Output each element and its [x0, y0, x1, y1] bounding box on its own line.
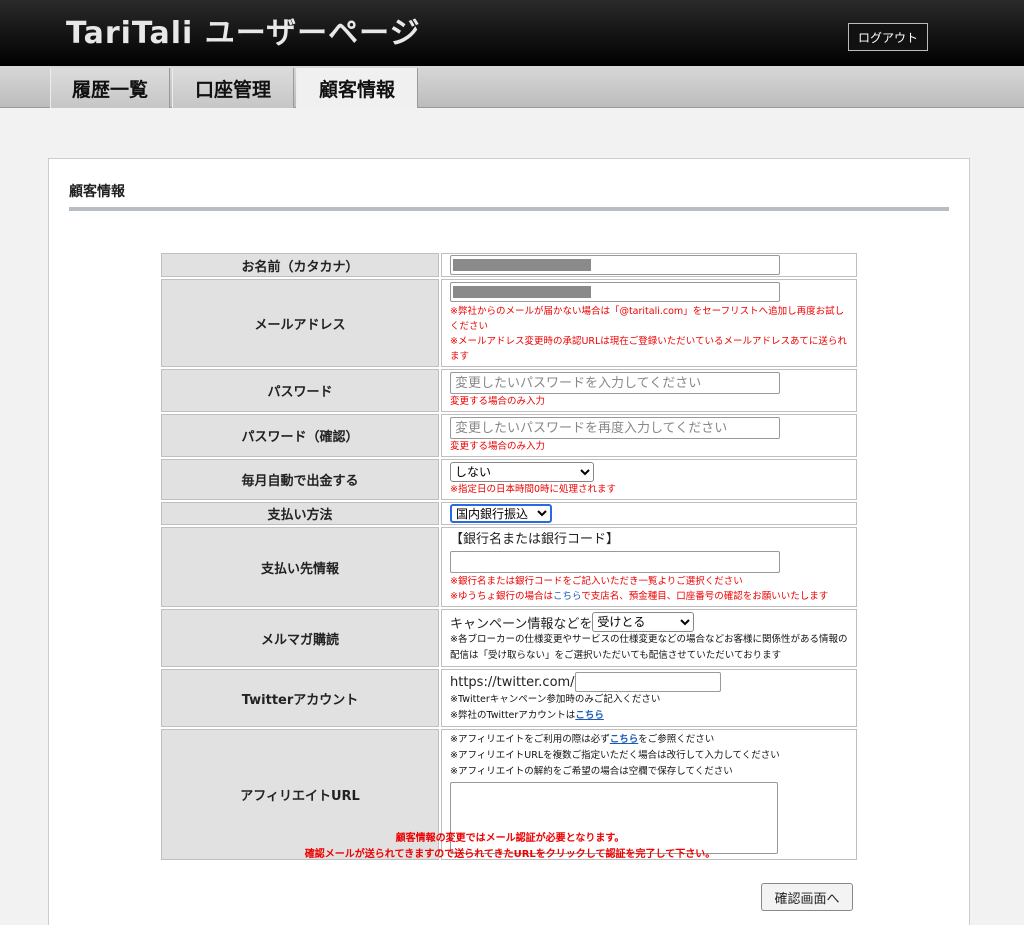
payment-info-label: 支払い先情報	[161, 527, 439, 607]
tab-history[interactable]: 履歴一覧	[50, 68, 170, 108]
newsletter-note: ※各ブローカーの仕様変更やサービスの仕様変更などの場合などお客様に関係性がある情…	[450, 634, 848, 661]
tab-customer-info[interactable]: 顧客情報	[296, 68, 418, 108]
redacted-block	[453, 259, 591, 271]
logout-button[interactable]: ログアウト	[848, 23, 928, 51]
auto-withdraw-note: ※指定日の日本時間0時に処理されます	[450, 484, 617, 495]
yucho-link[interactable]: こちら	[553, 591, 581, 602]
email-note-safelist: ※弊社からのメールが届かない場合は「@taritali.com」をセーフリストへ…	[450, 306, 845, 332]
app-title: TariTali ユーザーページ	[66, 16, 421, 51]
twitter-prefix: https://twitter.com/	[450, 674, 575, 690]
auto-withdraw-label: 毎月自動で出金する	[161, 459, 439, 500]
name-input[interactable]	[450, 255, 780, 275]
twitter-account-note: ※弊社のTwitterアカウントはこちら	[450, 708, 848, 724]
row-name: お名前（カタカナ）	[161, 253, 857, 277]
password-label: パスワード	[161, 369, 439, 412]
row-newsletter: メルマガ購読 キャンペーン情報などを 受けとる ※各ブローカーの仕様変更やサービ…	[161, 609, 857, 667]
email-auth-warning: 顧客情報の変更ではメール認証が必要となります。	[395, 833, 625, 844]
customer-info-panel: 顧客情報 お名前（カタカナ） メールアドレス ※弊社からのメールが届かない場合は…	[48, 158, 970, 925]
password-confirm-label: パスワード（確認）	[161, 414, 439, 457]
twitter-account-link[interactable]: こちら	[575, 710, 604, 721]
row-password: パスワード 変更する場合のみ入力	[161, 369, 857, 412]
section-title: 顧客情報	[69, 184, 125, 200]
twitter-label: Twitterアカウント	[161, 669, 439, 727]
section-divider	[69, 207, 949, 211]
bank-field-label: 【銀行名または銀行コード】	[450, 532, 620, 547]
redacted-block	[453, 286, 591, 298]
twitter-input[interactable]	[574, 672, 721, 692]
affiliate-note-multi: ※アフィリエイトURLを複数ご指定いただく場合は改行して入力してください	[450, 750, 780, 761]
tab-accounts[interactable]: 口座管理	[172, 68, 294, 108]
affiliate-link[interactable]: こちら	[610, 734, 639, 745]
newsletter-select[interactable]: 受けとる	[592, 612, 695, 632]
email-auth-instruction: 確認メールが送られてきますので送られてきたURLをクリックして認証を完了して下さ…	[304, 849, 716, 860]
password-note: 変更する場合のみ入力	[450, 396, 546, 407]
main-nav: 履歴一覧 口座管理 顧客情報	[0, 66, 1024, 108]
row-payment-method: 支払い方法 国内銀行振込	[161, 502, 857, 525]
row-auto-withdraw: 毎月自動で出金する しない ※指定日の日本時間0時に処理されます	[161, 459, 857, 500]
row-password-confirm: パスワード（確認） 変更する場合のみ入力	[161, 414, 857, 457]
payment-method-select[interactable]: 国内銀行振込	[450, 504, 552, 523]
yucho-note-pre: ※ゆうちょ銀行の場合は	[450, 591, 553, 602]
twitter-note: ※Twitterキャンペーン参加時のみご記入ください	[450, 694, 661, 705]
affiliate-note-post: をご参照ください	[638, 734, 715, 745]
auto-withdraw-select[interactable]: しない	[450, 462, 594, 482]
affiliate-note-pre: ※アフィリエイトをご利用の際は必ず	[450, 734, 610, 745]
payment-method-label: 支払い方法	[161, 502, 439, 525]
password-confirm-input[interactable]	[450, 417, 780, 439]
password-input[interactable]	[450, 372, 780, 394]
twitter-account-pre: ※弊社のTwitterアカウントは	[450, 710, 576, 721]
name-label: お名前（カタカナ）	[161, 253, 439, 277]
email-input[interactable]	[450, 282, 780, 302]
customer-form: お名前（カタカナ） メールアドレス ※弊社からのメールが届かない場合は「@tar…	[159, 251, 859, 862]
bank-note: ※銀行名または銀行コードをご記入いただき一覧よりご選択ください	[450, 576, 743, 587]
yucho-note-post: で支店名、預金種目、口座番号の確認をお願いいたします	[581, 591, 829, 602]
confirm-button[interactable]: 確認画面へ	[761, 883, 853, 911]
bank-input[interactable]	[450, 551, 780, 573]
yucho-note: ※ゆうちょ銀行の場合はこちらで支店名、預金種目、口座番号の確認をお願いいたします	[450, 589, 848, 604]
row-payment-info: 支払い先情報 【銀行名または銀行コード】 ※銀行名または銀行コードをご記入いただ…	[161, 527, 857, 607]
newsletter-label: メルマガ購読	[161, 609, 439, 667]
row-email: メールアドレス ※弊社からのメールが届かない場合は「@taritali.com」…	[161, 279, 857, 367]
affiliate-note-ref: ※アフィリエイトをご利用の際は必ずこちらをご参照ください	[450, 732, 848, 748]
email-note-approval: ※メールアドレス変更時の承認URLは現在ご登録いただいているメールアドレスあてに…	[450, 336, 847, 362]
row-twitter: Twitterアカウント https://twitter.com/ ※Twitt…	[161, 669, 857, 727]
password-confirm-note: 変更する場合のみ入力	[450, 441, 546, 452]
email-label: メールアドレス	[161, 279, 439, 367]
top-header: TariTali ユーザーページ ログアウト	[0, 0, 1024, 66]
affiliate-note-cancel: ※アフィリエイトの解約をご希望の場合は空欄で保存してください	[450, 766, 733, 777]
newsletter-prefix: キャンペーン情報などを	[450, 616, 593, 632]
